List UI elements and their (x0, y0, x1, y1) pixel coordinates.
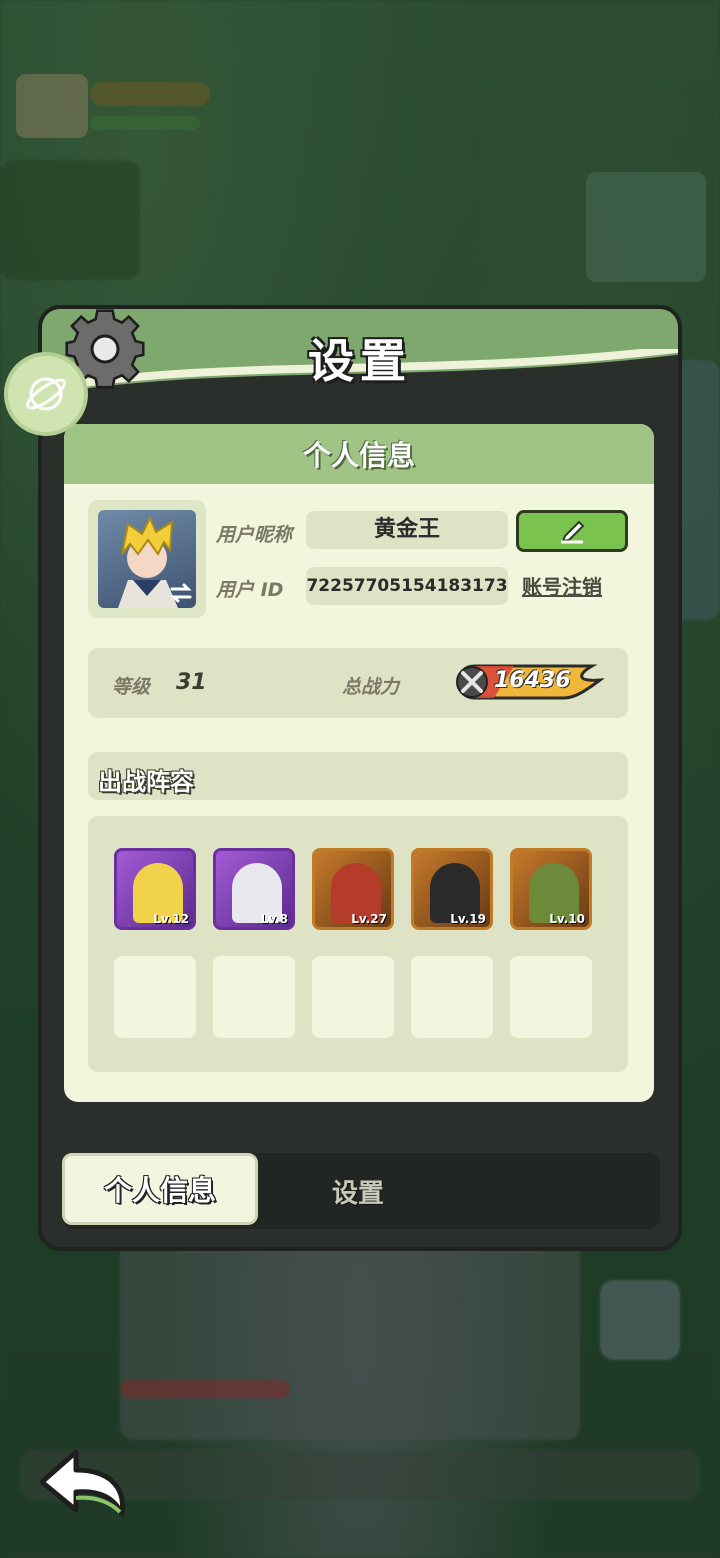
hero-level: Lv.10 (549, 912, 585, 926)
lineup-title-row: 出战阵容 (88, 752, 628, 800)
pencil-icon (561, 520, 585, 544)
level-value: 31 (176, 670, 207, 695)
swap-avatar-icon[interactable] (168, 582, 194, 604)
lineup-title: 出战阵容 (98, 768, 194, 796)
hero-slot-2[interactable]: Lv.8 (213, 848, 295, 930)
tab-settings[interactable]: 设置 (332, 1173, 384, 1210)
lineup-grid: Lv.12 Lv.8 Lv.27 Lv.19 Lv.10 (88, 816, 628, 1072)
power-pill: 16436 (454, 662, 606, 702)
avatar-portrait (98, 510, 196, 608)
hero-level: Lv.19 (450, 912, 486, 926)
tab-profile[interactable]: 个人信息 (62, 1153, 258, 1225)
hero-slot-4[interactable]: Lv.19 (411, 848, 493, 930)
profile-card-title: 个人信息 (302, 439, 415, 472)
power-label: 总战力 (342, 676, 400, 698)
empty-slot[interactable] (114, 956, 196, 1038)
planet-icon (26, 377, 66, 411)
stats-row: 等级 31 总战力 16436 (88, 648, 628, 718)
user-id-field[interactable]: 72257705154183173 (306, 567, 508, 605)
empty-slot[interactable] (213, 956, 295, 1038)
hero-level: Lv.27 (351, 912, 387, 926)
tab-bar: 个人信息 设置 (62, 1153, 660, 1229)
user-id-label: 用户 ID (216, 579, 284, 601)
user-avatar[interactable] (88, 500, 206, 618)
hero-level: Lv.12 (153, 912, 189, 926)
level-label: 等级 (112, 676, 151, 698)
hero-slot-3[interactable]: Lv.27 (312, 848, 394, 930)
edit-nickname-button[interactable] (516, 510, 628, 552)
hero-slot-5[interactable]: Lv.10 (510, 848, 592, 930)
hero-slot-1[interactable]: Lv.12 (114, 848, 196, 930)
back-arrow-icon[interactable] (36, 1446, 132, 1520)
nickname-label: 用户昵称 (216, 524, 293, 546)
hero-level: Lv.8 (260, 912, 288, 926)
profile-card: 个人信息 用户昵称 黄金王 用户 ID 72257705154183173 账号… (64, 424, 654, 1102)
nickname-field: 黄金王 (306, 511, 508, 549)
empty-slot[interactable] (312, 956, 394, 1038)
power-value: 16436 (494, 668, 571, 693)
empty-slot[interactable] (411, 956, 493, 1038)
delete-account-button[interactable]: 账号注销 (522, 571, 602, 600)
profile-card-header: 个人信息 (64, 424, 654, 484)
empty-slot[interactable] (510, 956, 592, 1038)
